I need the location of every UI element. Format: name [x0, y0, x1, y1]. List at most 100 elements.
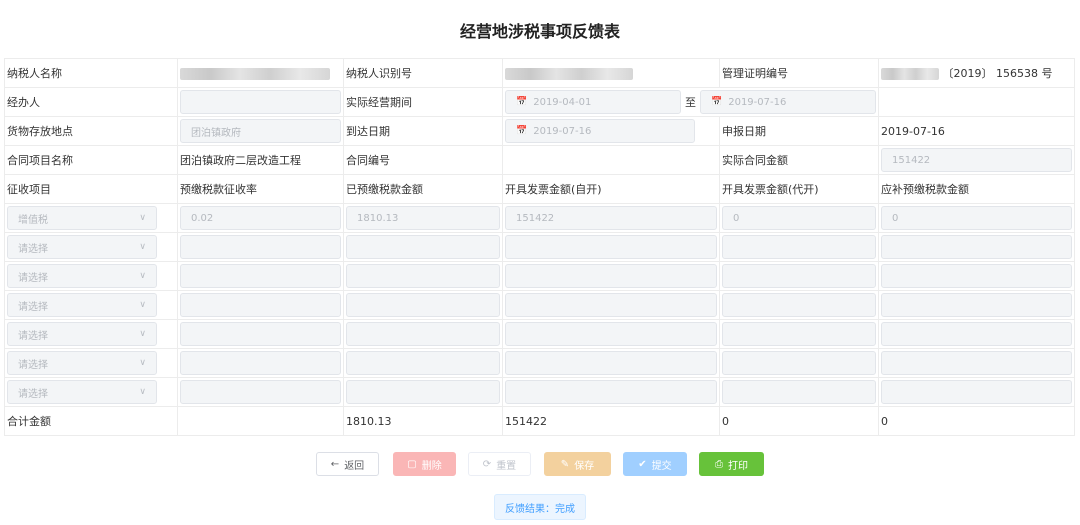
chevron-down-icon: ∨ — [139, 329, 146, 339]
declare-date-value: 2019-07-16 — [878, 116, 1075, 146]
due-amount-input[interactable] — [881, 380, 1072, 404]
col-header-due-amount: 应补预缴税款金额 — [878, 174, 1075, 204]
col-header-prepaid-rate: 预缴税款征收率 — [177, 174, 344, 204]
chevron-down-icon: ∨ — [139, 242, 146, 252]
period-end-picker[interactable]: 📅 2019-07-16 — [700, 90, 876, 114]
invoice-agent-input[interactable] — [722, 235, 876, 259]
invoice-agent-input[interactable] — [722, 351, 876, 375]
period-start-picker[interactable]: 📅 2019-04-01 — [505, 90, 681, 114]
reset-button[interactable]: ⟳ 重置 — [468, 452, 531, 476]
prepaid-amount-input[interactable]: 1810.13 — [346, 206, 500, 230]
contract-amount-input[interactable]: 151422 — [881, 148, 1072, 172]
cert-no-label: 管理证明编号 — [719, 58, 879, 88]
invoice-agent-input[interactable] — [722, 322, 876, 346]
contract-amount-label: 实际合同金额 — [719, 145, 879, 175]
table-row: 请选择 ∨ — [4, 319, 1075, 349]
redacted-cert-prefix — [881, 68, 939, 80]
redacted-taxpayer-name — [180, 67, 330, 80]
invoice-agent-input[interactable] — [722, 293, 876, 317]
storage-label: 货物存放地点 — [4, 116, 178, 146]
arrow-left-icon: ← — [330, 458, 340, 470]
due-amount-input[interactable] — [881, 264, 1072, 288]
invoice-agent-input[interactable] — [722, 380, 876, 404]
taxpayer-name-value — [177, 58, 344, 88]
due-amount-input[interactable] — [881, 351, 1072, 375]
prepaid-rate-input[interactable] — [180, 235, 341, 259]
invoice-agent-input[interactable]: 0 — [722, 206, 876, 230]
print-button[interactable]: ⎙ 打印 — [699, 452, 764, 476]
prepaid-amount-input[interactable] — [346, 264, 500, 288]
due-amount-input[interactable]: 0 — [881, 206, 1072, 230]
table-row: 请选择 ∨ — [4, 348, 1075, 378]
levy-rows: 增值税 ∨ 0.02 1810.13 151422 0 0 请选择 ∨ 请选择 ∨ 请选择 ∨ 请选择 ∨ 请… — [4, 203, 1075, 407]
col-header-levy-item: 征收项目 — [4, 174, 178, 204]
edit-icon: ✎ — [560, 458, 570, 470]
prepaid-rate-input[interactable] — [180, 351, 341, 375]
contract-no-value — [502, 145, 720, 175]
row-handler: 经办人 实际经营期间 📅 2019-04-01 至 📅 2019-07-16 — [4, 87, 1075, 117]
prepaid-amount-input[interactable] — [346, 293, 500, 317]
prepaid-rate-input[interactable] — [180, 380, 341, 404]
prepaid-amount-input[interactable] — [346, 322, 500, 346]
row-column-headers: 征收项目 预缴税款征收率 已预缴税款金额 开具发票金额(自开) 开具发票金额(代… — [4, 174, 1075, 204]
table-row: 请选择 ∨ — [4, 290, 1075, 320]
levy-item-select[interactable]: 请选择 ∨ — [7, 293, 157, 317]
arrival-date-picker[interactable]: 📅 2019-07-16 — [505, 119, 695, 143]
levy-item-select[interactable]: 增值税 ∨ — [7, 206, 157, 230]
chevron-down-icon: ∨ — [139, 213, 146, 223]
printer-icon: ⎙ — [715, 458, 723, 470]
invoice-self-input[interactable] — [505, 351, 717, 375]
levy-item-select[interactable]: 请选择 ∨ — [7, 380, 157, 404]
contract-no-label: 合同编号 — [343, 145, 503, 175]
prepaid-rate-input[interactable] — [180, 322, 341, 346]
handler-input[interactable] — [180, 90, 341, 114]
back-button[interactable]: ← 返回 — [316, 452, 379, 476]
invoice-self-input[interactable] — [505, 264, 717, 288]
due-amount-input[interactable] — [881, 293, 1072, 317]
taxpayer-name-label: 纳税人名称 — [4, 58, 178, 88]
col-header-invoice-agent: 开具发票金额(代开) — [719, 174, 879, 204]
prepaid-amount-input[interactable] — [346, 380, 500, 404]
invoice-self-input[interactable] — [505, 293, 717, 317]
invoice-self-input[interactable] — [505, 235, 717, 259]
row-taxpayer: 纳税人名称 纳税人识别号 管理证明编号 〔2019〕 156538 号 — [4, 58, 1075, 88]
prepaid-amount-input[interactable] — [346, 351, 500, 375]
declare-date-label: 申报日期 — [719, 116, 879, 146]
levy-item-select[interactable]: 请选择 ∨ — [7, 264, 157, 288]
arrival-label: 到达日期 — [343, 116, 503, 146]
calendar-icon: 📅 — [516, 126, 528, 136]
chevron-down-icon: ∨ — [139, 271, 146, 281]
prepaid-rate-input[interactable]: 0.02 — [180, 206, 341, 230]
prepaid-rate-input[interactable] — [180, 264, 341, 288]
refresh-icon: ⟳ — [482, 458, 492, 470]
cert-no-value: 〔2019〕 156538 号 — [878, 58, 1075, 88]
table-row: 请选择 ∨ — [4, 232, 1075, 262]
invoice-self-input[interactable] — [505, 380, 717, 404]
levy-item-select[interactable]: 请选择 ∨ — [7, 235, 157, 259]
levy-item-select[interactable]: 请选择 ∨ — [7, 351, 157, 375]
table-row: 请选择 ∨ — [4, 377, 1075, 407]
invoice-self-input[interactable] — [505, 322, 717, 346]
period-separator: 至 — [685, 96, 696, 109]
chevron-down-icon: ∨ — [139, 300, 146, 310]
taxpayer-id-label: 纳税人识别号 — [343, 58, 503, 88]
table-row: 请选择 ∨ — [4, 261, 1075, 291]
total-due: 0 — [878, 406, 1075, 436]
invoice-self-input[interactable]: 151422 — [505, 206, 717, 230]
contract-name-value: 团泊镇政府二层改造工程 — [177, 145, 344, 175]
submit-button[interactable]: ✔ 提交 — [623, 452, 687, 476]
levy-item-select[interactable]: 请选择 ∨ — [7, 322, 157, 346]
invoice-agent-input[interactable] — [722, 264, 876, 288]
delete-button[interactable]: ▢ 删除 — [393, 452, 456, 476]
save-button[interactable]: ✎ 保存 — [544, 452, 611, 476]
due-amount-input[interactable] — [881, 322, 1072, 346]
prepaid-rate-input[interactable] — [180, 293, 341, 317]
prepaid-amount-input[interactable] — [346, 235, 500, 259]
chevron-down-icon: ∨ — [139, 358, 146, 368]
storage-input[interactable]: 团泊镇政府 — [180, 119, 341, 143]
calendar-icon: 📅 — [711, 97, 723, 107]
trash-icon: ▢ — [407, 458, 417, 470]
due-amount-input[interactable] — [881, 235, 1072, 259]
calendar-icon: 📅 — [516, 97, 528, 107]
total-prepaid: 1810.13 — [343, 406, 503, 436]
